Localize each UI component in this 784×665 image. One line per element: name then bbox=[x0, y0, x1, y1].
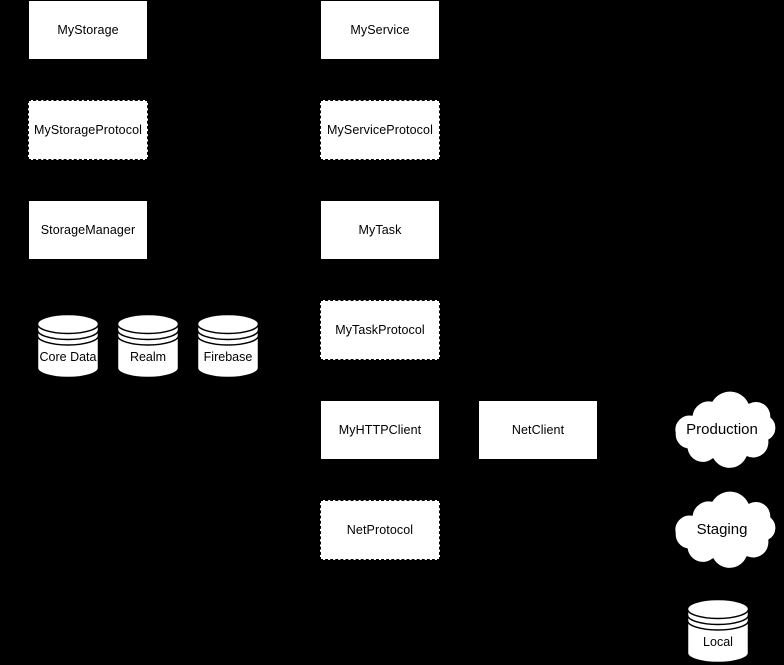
node-staging-label: Staging bbox=[696, 521, 748, 538]
node-my-task-protocol-label: MyTaskProtocol bbox=[335, 322, 425, 337]
node-realm[interactable]: Realm bbox=[116, 313, 180, 379]
node-core-data-label: Core Data bbox=[39, 350, 97, 364]
node-my-service-label: MyService bbox=[350, 22, 410, 37]
node-my-service[interactable]: MyService bbox=[320, 0, 440, 60]
node-storage-manager-label: StorageManager bbox=[40, 222, 136, 237]
node-realm-label: Realm bbox=[129, 350, 167, 364]
database-cylinder-icon bbox=[686, 598, 750, 664]
node-firebase-label: Firebase bbox=[203, 350, 253, 364]
diagram-canvas: MyStorage MyStorageProtocol StorageManag… bbox=[0, 0, 784, 665]
node-my-storage-label: MyStorage bbox=[57, 22, 119, 37]
node-storage-manager[interactable]: StorageManager bbox=[28, 200, 148, 260]
node-my-service-protocol[interactable]: MyServiceProtocol bbox=[320, 100, 440, 160]
database-cylinder-icon bbox=[116, 313, 180, 379]
database-cylinder-icon bbox=[196, 313, 260, 379]
node-core-data[interactable]: Core Data bbox=[36, 313, 100, 379]
node-production-label: Production bbox=[686, 421, 758, 438]
node-my-http-client-label: MyHTTPClient bbox=[338, 422, 422, 437]
node-net-client-label: NetClient bbox=[511, 422, 565, 437]
node-net-protocol-label: NetProtocol bbox=[346, 522, 414, 537]
node-my-task-label: MyTask bbox=[358, 222, 402, 237]
node-my-storage[interactable]: MyStorage bbox=[28, 0, 148, 60]
node-my-http-client[interactable]: MyHTTPClient bbox=[320, 400, 440, 460]
node-local[interactable]: Local bbox=[686, 598, 750, 664]
node-local-label: Local bbox=[703, 635, 733, 649]
node-firebase[interactable]: Firebase bbox=[196, 313, 260, 379]
database-cylinder-icon bbox=[36, 313, 100, 379]
node-my-service-protocol-label: MyServiceProtocol bbox=[327, 122, 433, 137]
node-net-protocol[interactable]: NetProtocol bbox=[320, 500, 440, 560]
node-my-storage-protocol-label: MyStorageProtocol bbox=[34, 122, 142, 137]
node-my-storage-protocol[interactable]: MyStorageProtocol bbox=[28, 100, 148, 160]
node-my-task[interactable]: MyTask bbox=[320, 200, 440, 260]
node-my-task-protocol[interactable]: MyTaskProtocol bbox=[320, 300, 440, 360]
node-production[interactable]: Production bbox=[663, 390, 781, 470]
node-net-client[interactable]: NetClient bbox=[478, 400, 598, 460]
node-staging[interactable]: Staging bbox=[663, 490, 781, 570]
